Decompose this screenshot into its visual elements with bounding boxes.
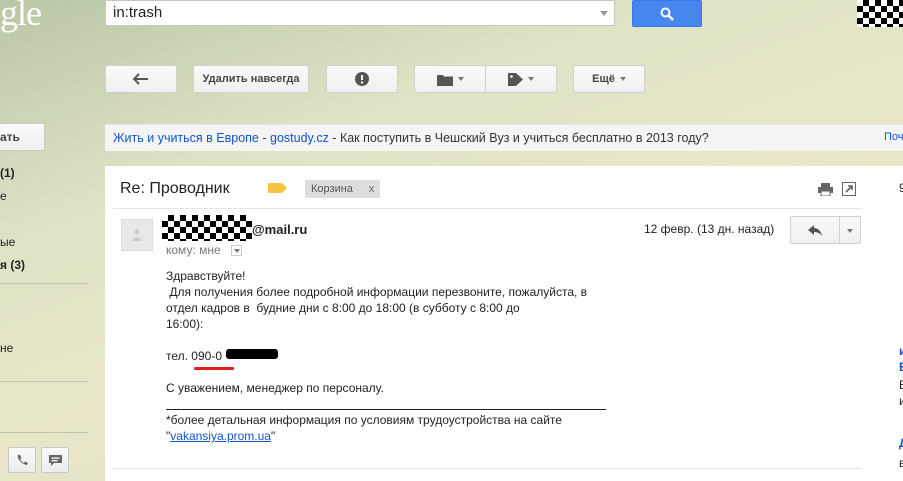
ad-why-link[interactable]: Почт <box>884 131 903 143</box>
signature-divider <box>166 409 606 410</box>
search-options-chevron-icon[interactable] <box>600 11 608 16</box>
body-line: отдел кадров в будние дни с 8:00 до 18:0… <box>166 301 520 315</box>
back-button[interactable] <box>105 65 177 93</box>
divider <box>0 283 88 284</box>
label-chip-trash[interactable]: Корзина x <box>305 180 381 198</box>
tag-icon <box>508 72 523 86</box>
ad-link-domain[interactable]: gostudy.cz <box>270 131 329 145</box>
more-button[interactable]: Ещё <box>573 65 645 93</box>
google-logo[interactable]: gle <box>0 0 42 34</box>
print-icon[interactable] <box>818 183 833 196</box>
divider <box>113 468 862 469</box>
right-fragment: и <box>899 394 903 408</box>
divider <box>0 381 88 382</box>
divider <box>0 432 88 433</box>
chevron-down-icon <box>528 77 534 81</box>
phone-redaction <box>226 349 278 359</box>
body-line: 16:00): <box>166 317 204 331</box>
right-fragment[interactable]: и <box>899 344 903 358</box>
account-avatar[interactable] <box>857 0 903 27</box>
label-chip-text: Корзина <box>311 183 353 195</box>
body-line: Для получения более подробной информации… <box>166 285 588 299</box>
phone-underline-mark <box>194 367 234 370</box>
body-phone: тел. 090-0 <box>166 349 222 363</box>
chat-icon <box>49 455 62 466</box>
search-input[interactable] <box>105 0 615 26</box>
compose-button[interactable]: ать <box>0 123 45 151</box>
phone-icon <box>17 455 28 465</box>
body-site-line: "vakansiya.prom.ua" <box>166 428 275 444</box>
folder-icon <box>436 74 453 86</box>
body-footer: *более детальная информация по условиям … <box>166 413 562 427</box>
right-fragment: 9 <box>899 181 903 195</box>
chevron-down-icon <box>619 77 626 81</box>
right-fragment[interactable]: Д <box>899 436 903 450</box>
right-fragment: В <box>899 378 903 392</box>
sidebar-item-label: е <box>0 189 7 203</box>
body-greeting: Здравствуйте! <box>166 269 246 283</box>
ad-separator: - <box>258 131 270 145</box>
ad-link-title[interactable]: Жить и учиться в Европе <box>113 131 259 145</box>
search-input-value: in:trash <box>113 4 163 21</box>
reply-button[interactable] <box>790 216 840 244</box>
person-icon <box>132 229 142 241</box>
body-regards: С уважением, менеджер по персоналу. <box>166 381 384 395</box>
more-button-label: Ещё <box>592 73 615 85</box>
vakansiya-link[interactable]: vakansiya.prom.ua <box>170 429 271 443</box>
phone-call-button[interactable] <box>8 447 36 473</box>
sidebar-item-inbox[interactable]: (1) <box>0 166 15 180</box>
move-to-button[interactable] <box>414 65 486 93</box>
sender-email: @mail.ru <box>252 222 308 237</box>
recipient-line: кому: мне <box>166 243 221 257</box>
spam-icon <box>355 72 369 86</box>
message-date: 12 февр. (13 дн. назад) <box>644 222 775 236</box>
sidebar-item-label: (1) <box>0 166 15 180</box>
quote-mark: " <box>270 429 276 443</box>
remove-label-button[interactable]: x <box>369 183 375 195</box>
show-details-chevron-icon[interactable] <box>231 245 242 256</box>
report-spam-button[interactable] <box>326 65 398 93</box>
ad-text: Как поступить в Чешский Вуз и учиться бе… <box>339 131 709 145</box>
labels-button[interactable] <box>485 65 557 93</box>
chat-button[interactable] <box>41 447 69 473</box>
right-fragment: в <box>899 456 903 470</box>
sidebar-item-label: я (3) <box>0 258 26 272</box>
divider <box>113 208 862 209</box>
sidebar-item[interactable]: не <box>0 341 13 355</box>
ad-banner: Жить и учиться в Европе - gostudy.cz - К… <box>105 124 903 151</box>
search-button[interactable] <box>632 0 702 27</box>
message-subject: Re: Проводник <box>120 180 230 197</box>
search-icon <box>660 7 674 21</box>
ad-separator: - <box>328 131 340 145</box>
sender-name-redacted <box>162 215 252 241</box>
sender-avatar <box>121 219 153 251</box>
chevron-down-icon <box>457 77 464 81</box>
back-arrow-icon <box>133 73 148 85</box>
open-new-window-icon[interactable] <box>842 182 856 196</box>
sidebar-item-label: ые <box>0 235 16 249</box>
delete-forever-button[interactable]: Удалить навсегда <box>193 65 309 93</box>
sidebar-item[interactable]: е <box>0 189 7 203</box>
right-fragment[interactable]: Е <box>899 360 903 374</box>
message-more-button[interactable] <box>839 216 861 244</box>
sidebar-item-label: не <box>0 341 14 355</box>
sidebar-item[interactable]: ые <box>0 235 15 249</box>
sidebar-item[interactable]: я (3) <box>0 258 25 272</box>
importance-marker-icon[interactable] <box>268 183 287 193</box>
reply-icon <box>808 225 822 236</box>
